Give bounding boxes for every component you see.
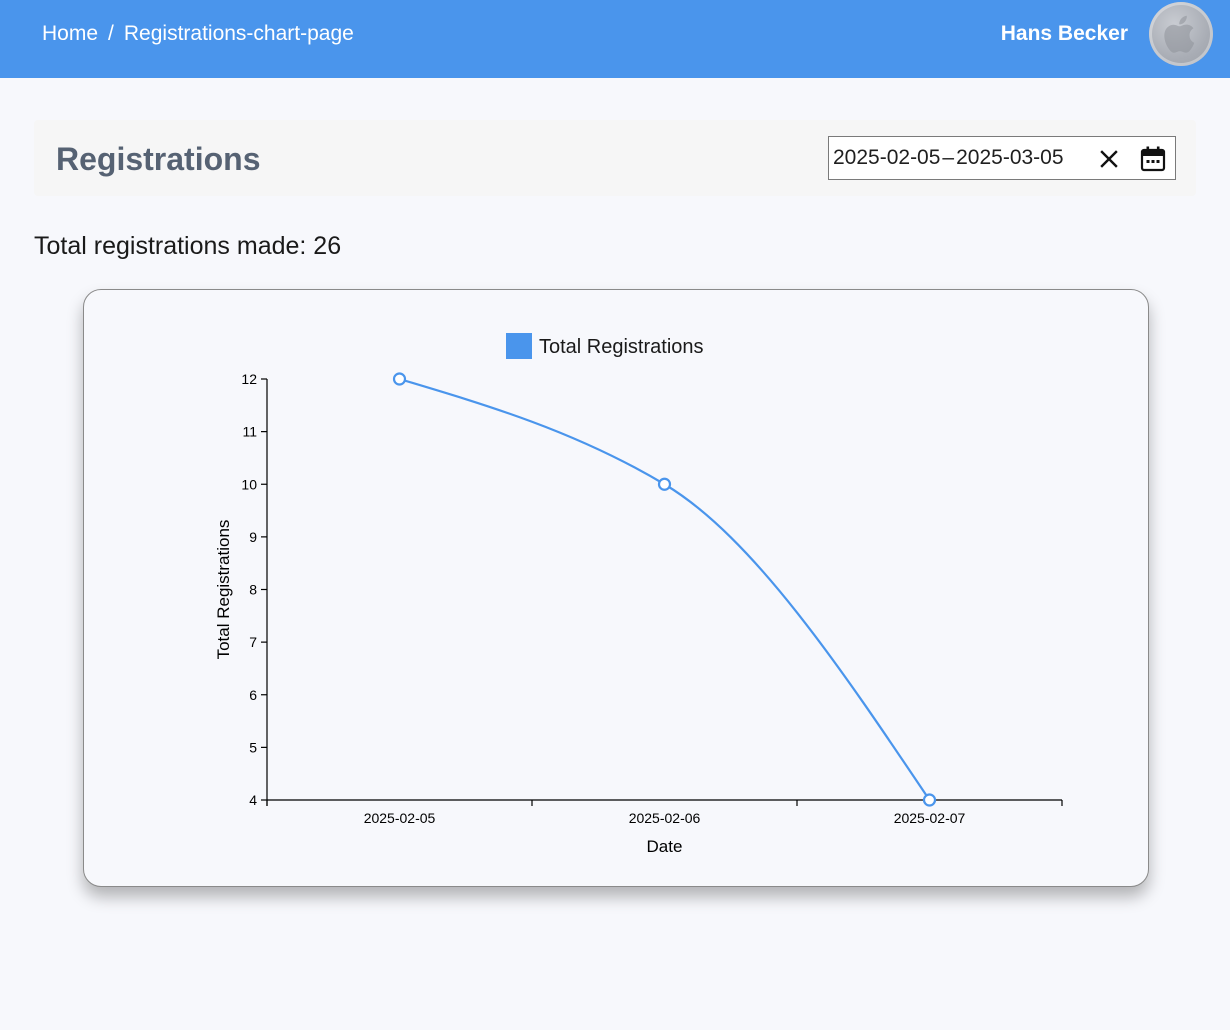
date-range-end[interactable]: 2025-03-05 — [956, 146, 1063, 169]
page-title: Registrations — [56, 141, 261, 177]
close-icon[interactable] — [1097, 147, 1121, 171]
apple-logo-icon — [1164, 15, 1195, 53]
date-range-text[interactable]: 2025-02-05–2025-03-05 — [833, 146, 1064, 170]
date-range-start[interactable]: 2025-02-05 — [833, 146, 940, 169]
registrations-chart-card: Total Registrations 4 5 6 7 8 9 10 11 12 2025-02-0… — [83, 289, 1149, 887]
data-point — [392, 372, 407, 386]
top-navigation-bar: Home / Registrations-chart-page Hans Bec… — [0, 0, 1230, 78]
y-tick-label: 6 — [249, 687, 257, 703]
breadcrumb-current-page: Registrations-chart-page — [123, 22, 354, 45]
user-avatar[interactable] — [1149, 2, 1213, 66]
total-registrations-summary: Total registrations made: 26 — [34, 232, 342, 260]
data-point — [657, 477, 672, 491]
page-header-card: Registrations 2025-02-05–2025-03-05 — [34, 120, 1196, 196]
series-line-total-registrations — [399, 377, 931, 801]
x-tick-label: 2025-02-06 — [629, 810, 701, 826]
y-tick-label: 7 — [249, 634, 257, 650]
y-tick-label: 12 — [241, 371, 257, 387]
x-tick-label: 2025-02-05 — [364, 810, 436, 826]
breadcrumb-home-link[interactable]: Home — [42, 22, 98, 46]
calendar-icon[interactable] — [1139, 145, 1167, 173]
y-tick-label: 8 — [249, 582, 257, 598]
user-name[interactable]: Hans Becker — [1001, 22, 1128, 46]
y-tick-label: 11 — [242, 424, 257, 440]
registrations-line-chart: Total Registrations 4 5 6 7 8 9 10 11 12 2025-02-0… — [214, 333, 1063, 856]
y-tick-label: 4 — [249, 792, 257, 808]
legend-label: Total Registrations — [539, 336, 704, 358]
x-tick-label: 2025-02-07 — [894, 810, 966, 826]
y-tick-label: 9 — [249, 529, 257, 545]
date-range-picker[interactable]: 2025-02-05–2025-03-05 — [828, 136, 1176, 180]
y-tick-label: 10 — [241, 476, 257, 492]
y-tick-label: 5 — [249, 739, 257, 755]
y-axis-label: Total Registrations — [214, 520, 233, 660]
breadcrumb-separator: / — [108, 22, 114, 45]
data-point — [922, 793, 937, 807]
date-range-separator: – — [942, 146, 955, 169]
legend-swatch — [506, 333, 532, 359]
breadcrumb: Home / Registrations-chart-page — [42, 22, 354, 46]
x-axis-label: Date — [647, 837, 683, 856]
